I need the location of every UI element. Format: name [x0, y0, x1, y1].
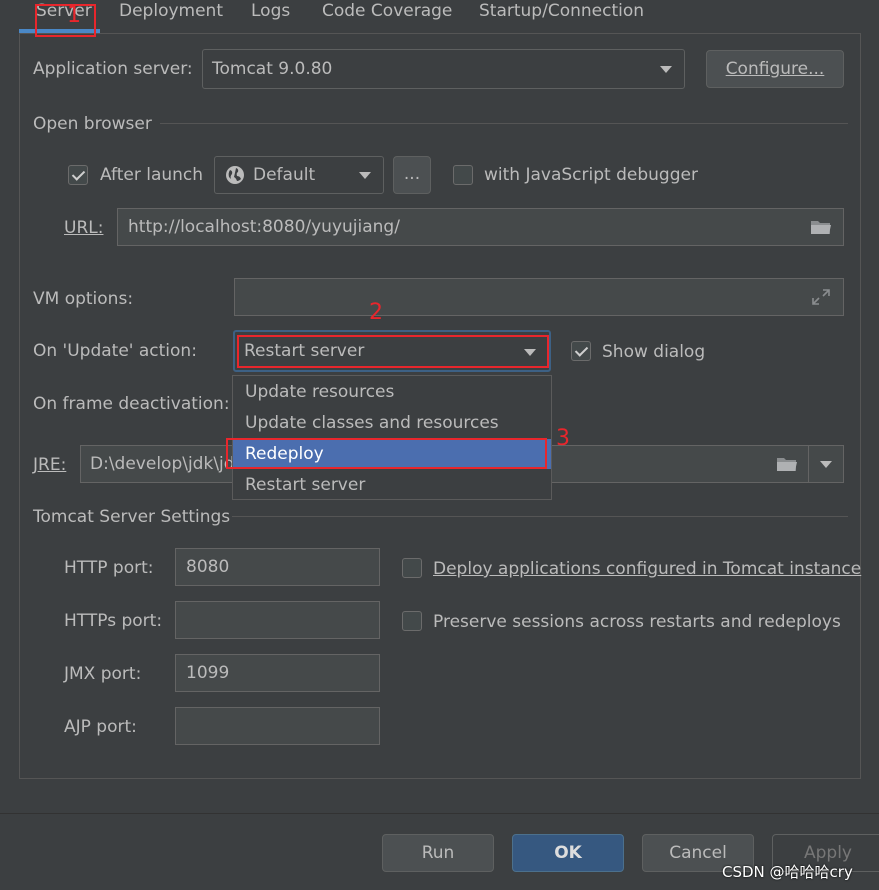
http-port-input[interactable]: 8080 [175, 548, 380, 586]
globe-icon [226, 166, 244, 184]
annotation-number-1: 1 [67, 3, 81, 28]
cancel-label: Cancel [669, 843, 727, 863]
deploy-apps-checkbox[interactable] [402, 558, 422, 578]
browser-more-button[interactable]: ... [393, 156, 431, 194]
preserve-sessions-checkbox[interactable] [402, 611, 422, 631]
jmx-port-label: JMX port: [64, 664, 142, 684]
section-divider [160, 123, 848, 124]
after-launch-label: After launch [100, 165, 204, 185]
https-port-label: HTTPs port: [64, 611, 163, 631]
watermark-text: CSDN @哈哈哈cry [722, 863, 853, 881]
tab-code-coverage[interactable]: Code Coverage [322, 0, 452, 30]
more-label: ... [403, 164, 421, 184]
frame-deactivation-label: On frame deactivation: [33, 394, 230, 414]
dropdown-option-update-resources[interactable]: Update resources [233, 377, 551, 407]
jmx-port-input[interactable]: 1099 [175, 654, 380, 692]
url-label: URL: [64, 218, 104, 238]
show-dialog-label: Show dialog [602, 342, 706, 362]
footer-divider [0, 813, 879, 814]
https-port-input[interactable] [175, 601, 380, 639]
browser-select[interactable]: Default [214, 156, 384, 194]
checkmark-icon [574, 343, 589, 357]
ok-button[interactable]: OK [512, 834, 624, 872]
annotation-number-2: 2 [369, 300, 383, 325]
jmx-port-value: 1099 [186, 663, 230, 683]
jre-value: D:\develop\jdk\jdk [90, 454, 245, 474]
dropdown-option-update-classes[interactable]: Update classes and resources [233, 408, 551, 438]
tab-logs[interactable]: Logs [251, 0, 290, 30]
annotation-box-3 [226, 438, 547, 469]
tab-startup-connection[interactable]: Startup/Connection [479, 0, 644, 30]
chevron-down-icon [359, 172, 371, 179]
tomcat-settings-section-title: Tomcat Server Settings [33, 507, 231, 527]
run-button[interactable]: Run [382, 834, 494, 872]
url-value: http://localhost:8080/yuyujiang/ [128, 217, 400, 237]
http-port-value: 8080 [186, 557, 230, 577]
tab-deployment[interactable]: Deployment [119, 0, 223, 30]
preserve-sessions-label: Preserve sessions across restarts and re… [433, 612, 841, 632]
vm-options-label: VM options: [33, 289, 134, 309]
js-debugger-label: with JavaScript debugger [484, 165, 698, 185]
deploy-apps-text: Deploy applications configured in Tomcat… [433, 559, 862, 579]
jre-label: JRE: [33, 455, 67, 475]
update-action-label: On 'Update' action: [33, 341, 197, 361]
run-label: Run [421, 843, 455, 863]
folder-icon[interactable] [776, 456, 798, 472]
checkmark-icon [71, 167, 86, 181]
open-browser-section-title: Open browser [33, 114, 152, 134]
app-server-value: Tomcat 9.0.80 [212, 59, 333, 79]
configure-button[interactable]: Configure... [706, 50, 844, 88]
chevron-down-icon [660, 66, 672, 73]
browser-value: Default [253, 165, 316, 185]
annotation-number-3: 3 [556, 426, 570, 451]
app-server-select[interactable]: Tomcat 9.0.80 [202, 49, 685, 89]
deploy-apps-label: Deploy applications configured in Tomcat… [433, 559, 861, 579]
ajp-port-label: AJP port: [64, 717, 137, 737]
app-server-label: Application server: [33, 59, 193, 79]
ok-label: OK [554, 843, 582, 863]
show-dialog-checkbox[interactable] [571, 341, 591, 361]
url-input[interactable]: http://localhost:8080/yuyujiang/ [117, 208, 844, 246]
ajp-port-input[interactable] [175, 707, 380, 745]
js-debugger-checkbox[interactable] [453, 165, 473, 185]
chevron-down-icon[interactable] [820, 461, 832, 468]
after-launch-checkbox[interactable] [68, 165, 88, 185]
annotation-box-2 [237, 335, 549, 368]
annotation-box-1 [35, 4, 96, 37]
apply-label: Apply [804, 843, 852, 863]
expand-icon[interactable] [811, 288, 831, 306]
vm-options-input[interactable] [234, 278, 844, 316]
http-port-label: HTTP port: [64, 558, 154, 578]
section-divider [232, 516, 848, 517]
dropdown-option-restart-server[interactable]: Restart server [233, 470, 551, 500]
configure-label: Configure... [725, 59, 825, 79]
folder-icon[interactable] [810, 219, 832, 235]
jre-divider [808, 446, 809, 482]
